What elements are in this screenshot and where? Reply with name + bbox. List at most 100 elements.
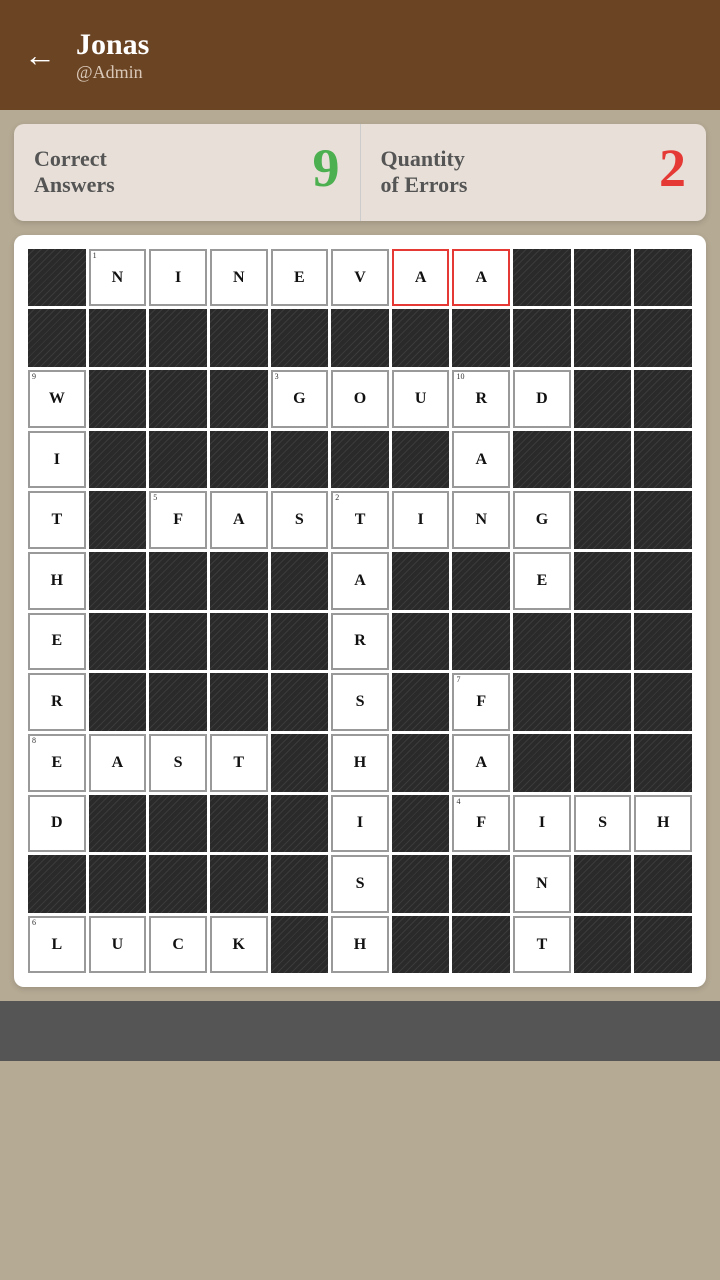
user-info: Jonas @Admin [76,28,149,83]
cell[interactable]: 4F [452,795,510,853]
cell [28,855,86,913]
cell[interactable]: E [513,552,571,610]
cell[interactable]: C [149,916,207,974]
cell[interactable]: 5F [149,491,207,549]
cell[interactable]: S [331,855,389,913]
cell[interactable]: 8E [28,734,86,792]
cell[interactable]: R [28,673,86,731]
cell-letter: I [539,814,545,832]
cell[interactable]: D [28,795,86,853]
cell-letter: D [51,814,63,832]
errors-value: 2 [659,137,686,199]
cell [452,916,510,974]
cell-letter: S [598,814,607,832]
cell[interactable]: N [452,491,510,549]
cell[interactable]: A [452,249,510,307]
cell [210,552,268,610]
cell[interactable]: A [452,734,510,792]
cell-letter: C [172,936,184,954]
cell [634,491,692,549]
cell[interactable]: V [331,249,389,307]
cell[interactable]: T [513,916,571,974]
cell [452,309,510,367]
cell [513,309,571,367]
cell [574,673,632,731]
cell-letter: A [112,754,124,772]
cell[interactable]: 9W [28,370,86,428]
cell[interactable]: H [634,795,692,853]
cell[interactable]: I [392,491,450,549]
cell [634,613,692,671]
cell[interactable]: 2T [331,491,389,549]
cell[interactable]: T [210,734,268,792]
cell-letter: G [536,511,548,529]
cell[interactable]: N [513,855,571,913]
cell-letter: F [476,693,486,711]
cell[interactable]: T [28,491,86,549]
cell[interactable]: S [271,491,329,549]
cell [574,916,632,974]
cell [634,552,692,610]
cell[interactable]: A [210,491,268,549]
cell [210,673,268,731]
cell[interactable]: S [149,734,207,792]
cell [634,309,692,367]
cell-letter: O [354,390,366,408]
cell[interactable]: E [271,249,329,307]
cell-letter: U [415,390,427,408]
cell[interactable]: 6L [28,916,86,974]
cell [149,795,207,853]
cell[interactable]: S [331,673,389,731]
cell [210,795,268,853]
cell-letter: E [294,269,305,287]
cell [392,795,450,853]
cell[interactable]: R [331,613,389,671]
cell[interactable]: D [513,370,571,428]
cell [271,552,329,610]
cell [89,673,147,731]
cell [634,431,692,489]
cell[interactable]: 7F [452,673,510,731]
back-button[interactable]: ← [24,37,56,74]
cell[interactable]: N [210,249,268,307]
cell[interactable]: K [210,916,268,974]
cell [210,613,268,671]
cell-letter: L [51,936,62,954]
cell-letter: U [112,936,124,954]
cell[interactable]: A [392,249,450,307]
cell-number: 2 [335,494,339,502]
cell[interactable]: I [149,249,207,307]
cell[interactable]: G [513,491,571,549]
cell[interactable]: E [28,613,86,671]
cell[interactable]: S [574,795,632,853]
cell-letter: S [295,511,304,529]
cell[interactable]: 10R [452,370,510,428]
cell[interactable]: H [28,552,86,610]
cell-letter: S [356,875,365,893]
cell-number: 5 [153,494,157,502]
cell [574,249,632,307]
cell[interactable]: I [28,431,86,489]
cell[interactable]: A [452,431,510,489]
cell[interactable]: A [89,734,147,792]
cell-letter: R [51,693,63,711]
header: ← Jonas @Admin [0,0,720,110]
cell[interactable]: I [513,795,571,853]
cell-letter: T [51,511,62,529]
cell-letter: G [293,390,305,408]
cell [392,431,450,489]
cell[interactable]: 1N [89,249,147,307]
cell[interactable]: A [331,552,389,610]
cell[interactable]: H [331,734,389,792]
cell[interactable]: 3G [271,370,329,428]
cell-letter: A [476,754,488,772]
cell [634,916,692,974]
cell[interactable]: I [331,795,389,853]
cell[interactable]: U [89,916,147,974]
cell[interactable]: O [331,370,389,428]
cell [149,370,207,428]
cell[interactable]: U [392,370,450,428]
cell-letter: D [536,390,548,408]
cell [574,613,632,671]
cell[interactable]: H [331,916,389,974]
